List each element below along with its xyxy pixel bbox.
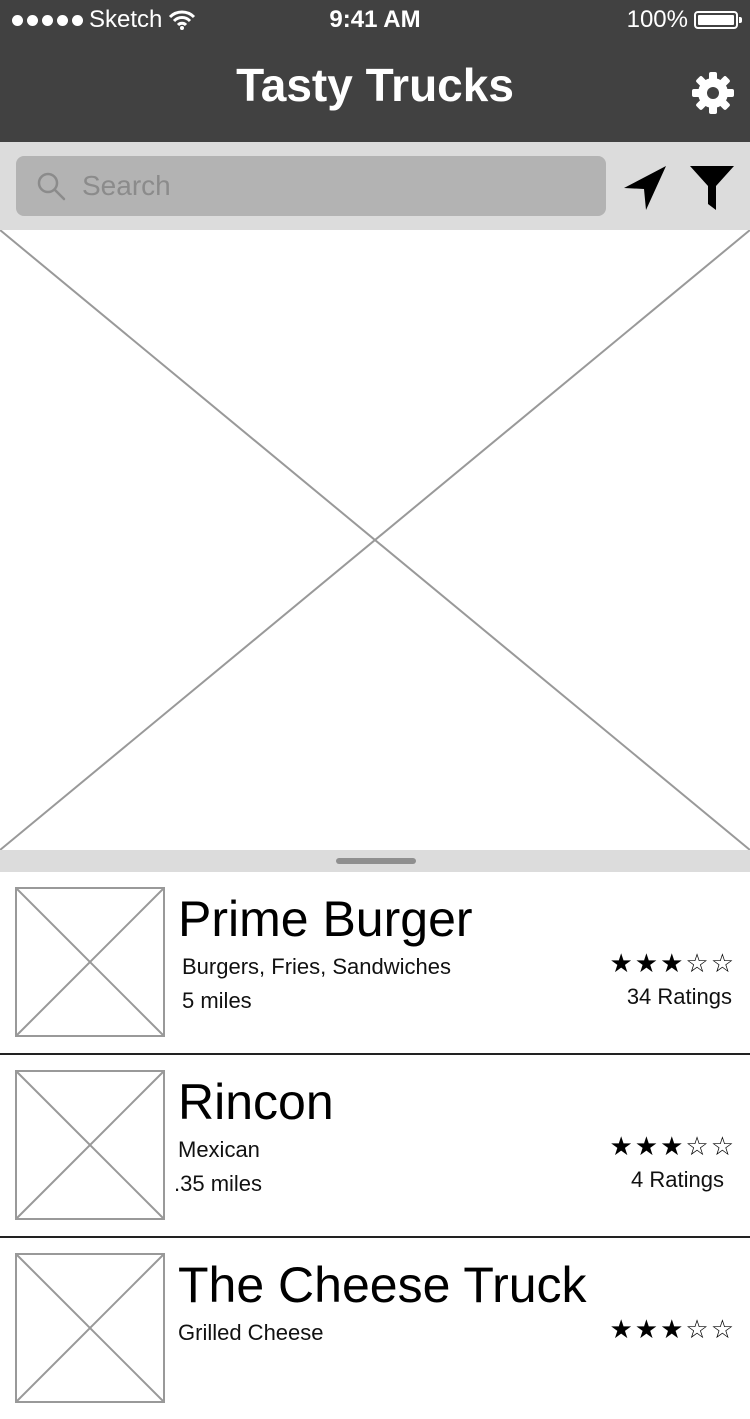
truck-image-placeholder [15,1070,165,1220]
star-rating: ★ ★ ★ ☆ ☆ [609,1316,734,1342]
truck-image-placeholder [15,1253,165,1403]
truck-distance: 5 miles [182,988,252,1013]
star-filled-icon: ★ [660,948,684,978]
star-rating: ★ ★ ★ ☆ ☆ [609,1133,734,1159]
truck-distance: .35 miles [174,1171,263,1196]
map-view[interactable] [0,230,750,850]
star-filled-icon: ★ [609,948,633,978]
star-rating: ★ ★ ★ ☆ ☆ [609,950,734,976]
star-filled-icon: ★ [634,948,659,978]
truck-name: Rincon [178,1074,334,1130]
list-drawer-handle-bar[interactable] [0,850,750,872]
ratings-count: 34 Ratings [626,984,732,1009]
list-item[interactable]: Prime Burger Burgers, Fries, Sandwiches … [0,872,750,1055]
star-empty-icon: ☆ [685,1131,709,1161]
star-filled-icon: ★ [660,1314,684,1344]
truck-list: Prime Burger Burgers, Fries, Sandwiches … [0,872,750,1419]
gear-icon[interactable] [688,68,738,118]
nav-bar: Tasty Trucks [0,40,750,142]
star-filled-icon: ★ [609,1314,633,1344]
list-item[interactable]: The Cheese Truck Grilled Cheese ★ ★ ★ ☆ … [0,1238,750,1419]
truck-categories: Mexican [178,1137,260,1162]
star-empty-icon: ☆ [710,1314,734,1344]
search-icon [37,172,66,201]
truck-image-placeholder [15,887,165,1037]
truck-categories: Burgers, Fries, Sandwiches [182,954,451,979]
star-empty-icon: ☆ [710,1131,734,1161]
search-bar: Search [0,142,750,230]
list-item[interactable]: Rincon Mexican .35 miles ★ ★ ★ ☆ ☆ 4 Rat… [0,1055,750,1238]
drag-handle[interactable] [336,858,416,864]
truck-name: Prime Burger [178,891,473,947]
search-input[interactable]: Search [16,156,606,216]
star-filled-icon: ★ [609,1131,633,1161]
star-empty-icon: ☆ [685,948,709,978]
status-right: 100% [626,6,742,34]
battery-icon [694,11,742,29]
map-placeholder [0,230,750,850]
location-arrow-icon[interactable] [622,164,670,212]
star-filled-icon: ★ [634,1314,659,1344]
star-filled-icon: ★ [660,1131,684,1161]
status-bar: Sketch 9:41 AM 100% [0,0,750,40]
app-title: Tasty Trucks [236,59,514,111]
truck-categories: Grilled Cheese [178,1320,324,1345]
filter-icon[interactable] [688,164,736,212]
star-empty-icon: ☆ [710,948,734,978]
battery-percent: 100% [626,6,688,33]
ratings-count: 4 Ratings [631,1167,724,1192]
star-empty-icon: ☆ [685,1314,709,1344]
truck-name: The Cheese Truck [178,1257,587,1313]
search-placeholder: Search [82,170,171,201]
star-filled-icon: ★ [634,1131,659,1161]
